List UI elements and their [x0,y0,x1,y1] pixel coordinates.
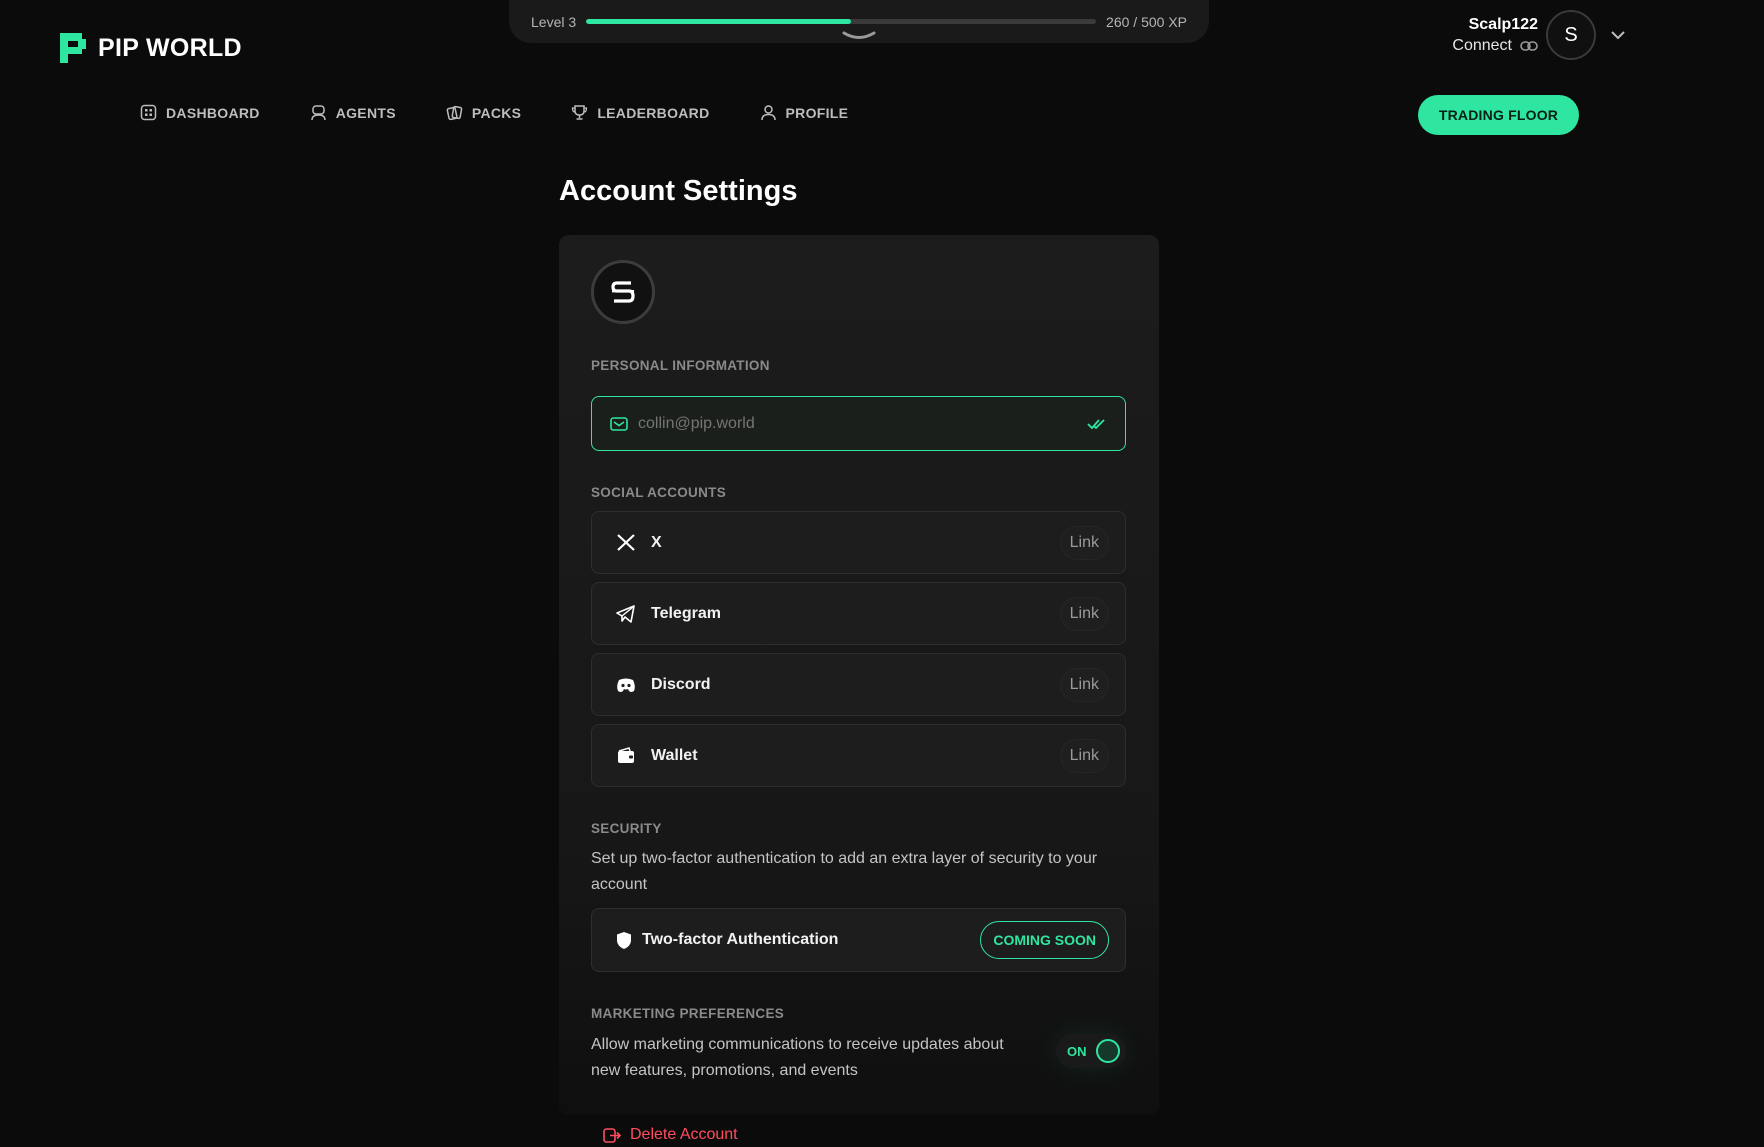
link-discord-button[interactable]: Link [1059,667,1109,702]
marketing-description: Allow marketing communications to receiv… [591,1036,1004,1079]
nav-item-dashboard[interactable]: DASHBOARD [140,104,260,121]
section-label-security: SECURITY [591,821,662,836]
email-field[interactable] [591,396,1126,451]
brand-name: PIP WORLD [98,33,242,62]
social-row-discord: Discord Link [591,653,1126,716]
xp-progress-bar: Level 3 260 / 500 XP [509,0,1209,43]
username: Scalp122 [1468,15,1538,33]
section-label-personal: PERSONAL INFORMATION [591,358,770,373]
nav-label: LEADERBOARD [597,104,710,121]
x-icon [616,533,636,553]
two-factor-label: Two-factor Authentication [642,931,839,948]
nav-item-agents[interactable]: AGENTS [310,104,396,121]
nav-label: PROFILE [785,104,849,121]
account-settings-card: PERSONAL INFORMATION SOCIAL ACCOUNTS X L… [559,235,1159,1115]
telegram-icon [616,604,636,624]
trading-floor-button[interactable]: TRADING FLOOR [1418,95,1579,135]
avatar-s-glyph [611,281,635,303]
link-telegram-button[interactable]: Link [1059,596,1109,631]
nav-item-packs[interactable]: PACKS [446,104,521,121]
discord-icon [616,675,636,695]
nav-label: PACKS [471,104,522,121]
social-name: Telegram [651,604,721,622]
toggle-state-label: ON [1067,1043,1087,1059]
user-menu[interactable]: Scalp122 Connect S [1452,10,1626,60]
marketing-toggle[interactable]: ON [1056,1034,1126,1068]
social-name: Discord [651,675,711,693]
user-meta: Scalp122 Connect [1452,16,1538,55]
link-wallet-button[interactable]: Link [1059,738,1109,773]
toggle-knob [1096,1039,1120,1063]
social-row-telegram: Telegram Link [591,582,1126,645]
delete-account-button[interactable]: Delete Account [603,1126,738,1144]
nav-item-leaderboard[interactable]: LEADERBOARD [571,104,709,121]
logout-icon [603,1127,621,1144]
xp-fill [586,19,852,24]
section-label-social: SOCIAL ACCOUNTS [591,485,727,500]
mail-icon [610,416,628,432]
nav-label: AGENTS [335,104,396,121]
wallet-icon [616,746,636,766]
cards-icon [446,104,463,121]
delete-account-label: Delete Account [630,1126,738,1143]
connect-link[interactable]: Connect [1452,37,1538,55]
agent-icon [310,104,327,121]
nav-item-profile[interactable]: PROFILE [760,104,849,121]
chevron-down-icon[interactable] [842,30,876,42]
avatar[interactable]: S [1546,10,1596,60]
connect-label: Connect [1452,36,1512,54]
xp-value: 260 / 500 XP [1106,13,1187,30]
coming-soon-badge: COMING SOON [980,921,1109,959]
social-row-x: X Link [591,511,1126,574]
link-x-button[interactable]: Link [1059,525,1109,560]
social-name: X [651,533,662,551]
pip-logo-icon [58,31,88,65]
chevron-down-icon[interactable] [1610,30,1626,40]
nav-label: DASHBOARD [166,104,260,121]
shield-icon [616,931,632,950]
dashboard-icon [140,104,157,121]
profile-avatar[interactable] [591,260,655,324]
email-input[interactable] [638,414,1077,433]
security-description: Set up two-factor authentication to add … [591,850,1098,893]
social-name: Wallet [651,746,698,764]
user-icon [760,104,777,121]
main-nav: DASHBOARD AGENTS PACKS LEADERBOARD PROFI… [140,104,848,121]
two-factor-row: Two-factor Authentication COMING SOON [591,908,1126,972]
double-check-icon [1087,418,1107,430]
link-icon [1520,40,1538,52]
social-row-wallet: Wallet Link [591,724,1126,787]
brand-logo[interactable]: PIP WORLD [58,31,242,65]
xp-track [586,19,1097,24]
xp-level-label: Level 3 [531,13,577,30]
trophy-icon [571,104,588,121]
page-title: Account Settings [559,175,798,207]
section-label-marketing: MARKETING PREFERENCES [591,1006,785,1021]
